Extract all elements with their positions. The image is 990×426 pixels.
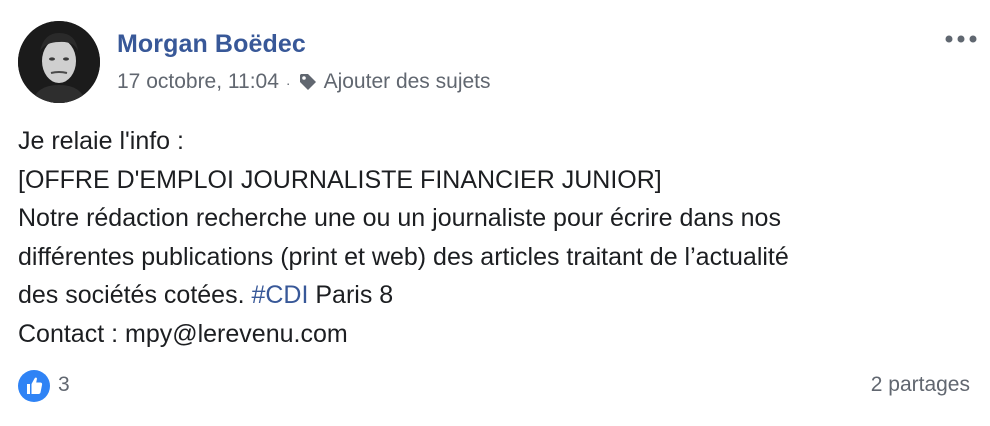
content-text: des sociétés cotées. (18, 281, 252, 309)
post-timestamp[interactable]: 17 octobre, 11:04 (117, 70, 279, 94)
post-meta: 17 octobre, 11:04 · Ajouter des sujets (117, 70, 491, 94)
shares-count[interactable]: 2 partages (871, 373, 970, 397)
content-text: Paris 8 (308, 281, 394, 309)
avatar[interactable] (18, 21, 100, 103)
like-thumb-icon[interactable] (18, 370, 50, 402)
tag-icon[interactable] (298, 72, 318, 92)
meta-separator: · (285, 75, 291, 91)
hashtag-link[interactable]: #CDI (251, 281, 308, 309)
add-topics-link[interactable]: Ajouter des sujets (324, 70, 491, 94)
author-name[interactable]: Morgan Boëdec (117, 30, 306, 59)
content-line: des sociétés cotées. #CDI Paris 8 (18, 276, 968, 315)
content-line: Notre rédaction recherche une ou un jour… (18, 204, 781, 232)
post-footer: 3 2 partages (18, 369, 970, 403)
content-line: [OFFRE D'EMPLOI JOURNALISTE FINANCIER JU… (18, 165, 662, 194)
like-count[interactable]: 3 (58, 373, 70, 397)
post-content: Je relaie l'info : [OFFRE D'EMPLOI JOURN… (18, 122, 968, 353)
more-options-icon[interactable] (943, 29, 979, 49)
avatar-portrait (18, 21, 100, 103)
facebook-post: Morgan Boëdec 17 octobre, 11:04 · Ajoute… (0, 0, 990, 426)
content-line: Je relaie l'info : (18, 127, 184, 155)
content-line: Contact : mpy@lerevenu.com (18, 319, 348, 348)
content-line: différentes publications (print et web) … (18, 242, 789, 271)
